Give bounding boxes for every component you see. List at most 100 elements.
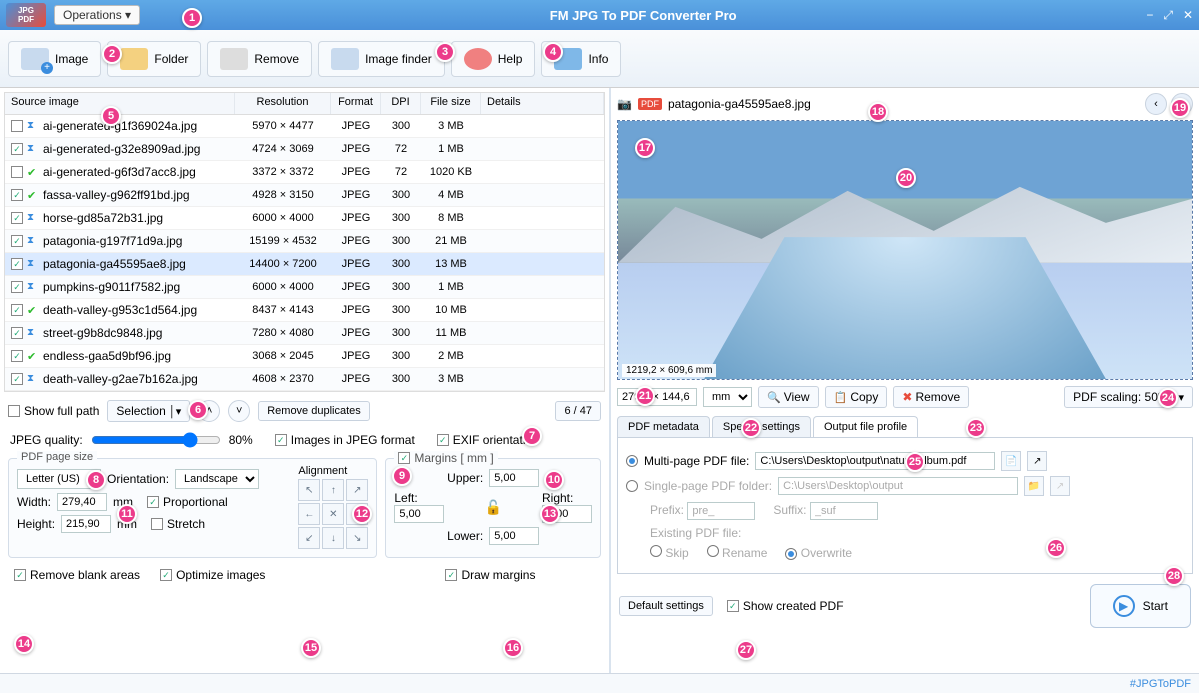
counter-display[interactable]: 6 / 47: [555, 401, 601, 421]
maximize-icon[interactable]: ⤢: [1163, 8, 1173, 23]
close-icon[interactable]: ✕: [1183, 8, 1193, 23]
col-resolution[interactable]: Resolution: [235, 93, 331, 114]
row-check[interactable]: [11, 258, 23, 270]
callout-badge: 12: [352, 504, 372, 524]
jpeg-quality-slider[interactable]: [91, 432, 221, 448]
browse-pdf-icon[interactable]: 📄: [1001, 451, 1021, 471]
exif-check[interactable]: [437, 434, 449, 446]
row-check[interactable]: [11, 327, 23, 339]
hourglass-icon: ⧗: [27, 281, 39, 293]
row-check[interactable]: [11, 120, 23, 132]
callout-badge: 4: [543, 42, 563, 62]
optimize-check[interactable]: [160, 569, 172, 581]
col-format[interactable]: Format: [331, 93, 381, 114]
show-full-path-check[interactable]: [8, 405, 20, 417]
tab-special[interactable]: Special settings: [712, 416, 811, 437]
show-created-check[interactable]: [727, 600, 739, 612]
row-check[interactable]: [11, 281, 23, 293]
selection-menu[interactable]: Selection │▾: [107, 400, 190, 422]
file-name: death-valley-g953c1d564.jpg: [43, 303, 197, 317]
row-check[interactable]: [11, 373, 23, 385]
table-row[interactable]: ✔endless-gaa5d9bf96.jpg3068 × 2045JPEG30…: [5, 345, 604, 368]
start-button[interactable]: ▶Start: [1090, 584, 1191, 628]
view-button[interactable]: 🔍 View: [758, 386, 819, 408]
callout-badge: 8: [86, 470, 106, 490]
hashtag-link[interactable]: #JPGToPDF: [1130, 678, 1191, 690]
unit-select[interactable]: mm: [703, 387, 752, 407]
margin-lower[interactable]: [489, 527, 539, 545]
image-finder-button[interactable]: Image finder: [318, 41, 445, 77]
single-page-radio[interactable]: [626, 480, 638, 492]
page-dimensions-input[interactable]: [617, 388, 697, 406]
file-name: endless-gaa5d9bf96.jpg: [43, 349, 171, 363]
lock-icon[interactable]: 🔓: [484, 499, 501, 516]
margins-enable-check[interactable]: [398, 452, 410, 464]
table-row[interactable]: ⧗patagonia-ga45595ae8.jpg14400 × 7200JPE…: [5, 253, 604, 276]
table-row[interactable]: ⧗death-valley-g2ae7b162a.jpg4608 × 2370J…: [5, 368, 604, 391]
draw-margins-check[interactable]: [445, 569, 457, 581]
row-check[interactable]: [11, 143, 23, 155]
folder-icon: [120, 48, 148, 70]
preview-image: [618, 121, 1192, 379]
col-details[interactable]: Details: [481, 93, 604, 114]
table-row[interactable]: ⧗street-g9b8dc9848.jpg7280 × 4080JPEG300…: [5, 322, 604, 345]
callout-badge: 14: [14, 634, 34, 654]
file-name: fassa-valley-g962ff91bd.jpg: [43, 188, 190, 202]
pdf-badge-icon: PDF: [638, 98, 662, 110]
preview-area[interactable]: 1219,2 × 609,6 mm: [617, 120, 1193, 380]
table-row[interactable]: ✔ai-generated-g6f3d7acc8.jpg3372 × 3372J…: [5, 161, 604, 184]
margin-upper[interactable]: [489, 469, 539, 487]
multi-page-radio[interactable]: [626, 455, 638, 467]
callout-badge: 16: [503, 638, 523, 658]
table-row[interactable]: ⧗horse-gd85a72b31.jpg6000 × 4000JPEG3008…: [5, 207, 604, 230]
row-check[interactable]: [11, 189, 23, 201]
table-row[interactable]: ✔death-valley-g953c1d564.jpg8437 × 4143J…: [5, 299, 604, 322]
remove-button[interactable]: Remove: [207, 41, 312, 77]
hourglass-icon: ⧗: [27, 327, 39, 339]
callout-badge: 2: [102, 44, 122, 64]
callout-badge: 23: [966, 418, 986, 438]
table-row[interactable]: ⧗pumpkins-g9011f7582.jpg6000 × 4000JPEG3…: [5, 276, 604, 299]
table-row[interactable]: ✔fassa-valley-g962ff91bd.jpg4928 × 3150J…: [5, 184, 604, 207]
check-icon: ✔: [27, 166, 39, 178]
table-row[interactable]: ⧗ai-generated-g1f369024a.jpg5970 × 4477J…: [5, 115, 604, 138]
table-row[interactable]: ⧗ai-generated-g32e8909ad.jpg4724 × 3069J…: [5, 138, 604, 161]
file-name: street-g9b8dc9848.jpg: [43, 326, 162, 340]
add-folder-button[interactable]: Folder: [107, 41, 201, 77]
col-size[interactable]: File size: [421, 93, 481, 114]
height-input[interactable]: [61, 515, 111, 533]
row-check[interactable]: [11, 212, 23, 224]
proportional-check[interactable]: [147, 496, 159, 508]
images-jpeg-check[interactable]: [275, 434, 287, 446]
help-button[interactable]: Help: [451, 41, 536, 77]
col-dpi[interactable]: DPI: [381, 93, 421, 114]
orientation-select[interactable]: Landscape: [175, 469, 259, 489]
row-check[interactable]: [11, 235, 23, 247]
overwrite-radio: [785, 548, 797, 560]
open-pdf-icon[interactable]: ↗: [1027, 451, 1047, 471]
row-check[interactable]: [11, 166, 23, 178]
copy-button[interactable]: 📋 Copy: [825, 386, 888, 408]
width-input[interactable]: [57, 493, 107, 511]
table-row[interactable]: ⧗patagonia-g197f71d9a.jpg15199 × 4532JPE…: [5, 230, 604, 253]
default-settings-button[interactable]: Default settings: [619, 596, 713, 616]
file-name: ai-generated-g32e8909ad.jpg: [43, 142, 200, 156]
file-name: ai-generated-g6f3d7acc8.jpg: [43, 165, 196, 179]
tab-metadata[interactable]: PDF metadata: [617, 416, 710, 437]
stretch-check[interactable]: [151, 518, 163, 530]
operations-menu[interactable]: Operations ▾: [54, 5, 140, 25]
row-check[interactable]: [11, 350, 23, 362]
tab-output-profile[interactable]: Output file profile: [813, 416, 918, 437]
preview-remove-button[interactable]: ✖ Remove: [893, 386, 969, 408]
margin-left[interactable]: [394, 505, 444, 523]
remove-blank-check[interactable]: [14, 569, 26, 581]
check-icon: ✔: [27, 304, 39, 316]
prev-image-button[interactable]: ‹: [1145, 93, 1167, 115]
row-check[interactable]: [11, 304, 23, 316]
move-down-button[interactable]: ˅: [228, 400, 250, 422]
add-image-button[interactable]: Image: [8, 41, 101, 77]
minimize-icon[interactable]: −: [1146, 8, 1153, 23]
callout-badge: 10: [544, 470, 564, 490]
multi-path-input[interactable]: [755, 452, 995, 470]
remove-duplicates-button[interactable]: Remove duplicates: [258, 401, 370, 421]
